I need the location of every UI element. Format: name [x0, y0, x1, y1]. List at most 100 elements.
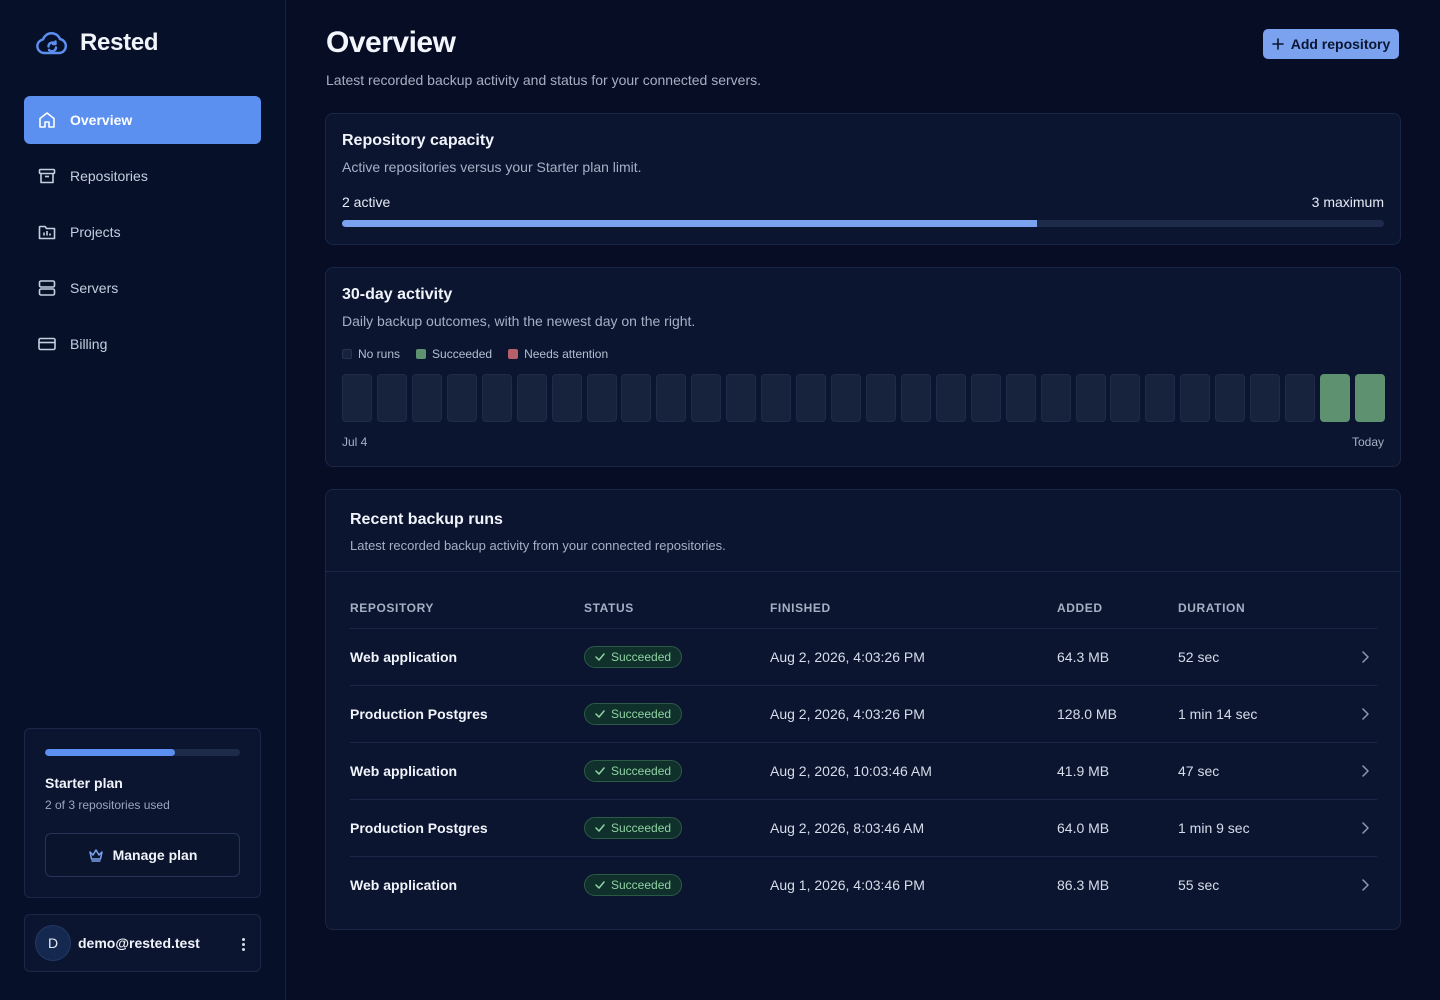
- activity-day-cell[interactable]: [551, 374, 582, 422]
- cell-action: [1348, 856, 1377, 913]
- table-row[interactable]: Web application Succeeded Aug 1, 2026, 4:0…: [350, 856, 1377, 913]
- server-icon: [38, 280, 56, 296]
- activity-day-cell[interactable]: [481, 374, 512, 422]
- activity-day-cell[interactable]: [1040, 374, 1071, 422]
- column-header-added[interactable]: ADDED: [1057, 588, 1178, 629]
- activity-day-cell[interactable]: [1005, 374, 1036, 422]
- activity-day-cell[interactable]: [1145, 374, 1176, 422]
- capacity-description: Active repositories versus your Starter …: [342, 159, 642, 175]
- status-label: Succeeded: [611, 877, 672, 892]
- folder-chart-icon: [38, 225, 56, 240]
- cell-duration: 1 min 14 sec: [1178, 685, 1348, 743]
- activity-day-cell[interactable]: [831, 374, 862, 422]
- table-row[interactable]: Web application Succeeded Aug 2, 2026, 10:…: [350, 742, 1377, 800]
- cell-added: 64.3 MB: [1057, 628, 1178, 686]
- page-subtitle: Latest recorded backup activity and stat…: [326, 72, 762, 88]
- activity-day-cell[interactable]: [586, 374, 617, 422]
- user-card[interactable]: D demo@rested.test: [24, 914, 261, 972]
- status-label: Succeeded: [611, 820, 672, 835]
- status-badge: Succeeded: [584, 816, 683, 839]
- status-label: Succeeded: [611, 763, 672, 778]
- activity-day-cell[interactable]: [446, 374, 477, 422]
- cell-status: Succeeded: [584, 742, 770, 800]
- column-header-finished[interactable]: FINISHED: [770, 588, 1057, 629]
- sidebar-item-label: Repositories: [70, 168, 148, 184]
- legend-label: Succeeded: [432, 347, 493, 361]
- sidebar-item-label: Projects: [70, 224, 121, 240]
- cell-added: 64.0 MB: [1057, 799, 1178, 857]
- activity-day-cell[interactable]: [621, 374, 652, 422]
- column-header-status[interactable]: STATUS: [584, 588, 770, 629]
- activity-day-cell[interactable]: [411, 374, 442, 422]
- manage-plan-button[interactable]: Manage plan: [45, 833, 240, 877]
- cell-repository: Web application: [350, 742, 584, 800]
- chevron-right-icon[interactable]: [1361, 821, 1369, 834]
- sidebar-item-repositories[interactable]: Repositories: [24, 152, 261, 200]
- chevron-right-icon[interactable]: [1361, 764, 1369, 777]
- table-row[interactable]: Production Postgres Succeeded Aug 2, 2026,…: [350, 685, 1377, 743]
- runs-description: Latest recorded backup activity from you…: [350, 538, 726, 553]
- user-email: demo@rested.test: [78, 935, 200, 951]
- check-icon: [595, 709, 605, 718]
- activity-description: Daily backup outcomes, with the newest d…: [342, 313, 696, 329]
- check-icon: [595, 652, 605, 661]
- chevron-right-icon[interactable]: [1361, 650, 1369, 663]
- activity-day-cell[interactable]: [376, 374, 407, 422]
- activity-day-cell[interactable]: [1075, 374, 1106, 422]
- activity-day-cell[interactable]: [761, 374, 792, 422]
- add-repository-button[interactable]: Add repository: [1263, 29, 1399, 59]
- activity-day-cell[interactable]: [1285, 374, 1316, 422]
- logo[interactable]: Rested: [36, 29, 159, 57]
- chevron-right-icon[interactable]: [1361, 879, 1369, 891]
- divider: [326, 571, 1400, 572]
- cell-action: [1348, 799, 1377, 857]
- legend-no-runs: No runs: [342, 347, 400, 361]
- sidebar: Rested Overview Repositories Projects Se…: [0, 0, 286, 1000]
- capacity-bar: [342, 220, 1384, 227]
- activity-day-cell[interactable]: [796, 374, 827, 422]
- table-row[interactable]: Production Postgres Succeeded Aug 2, 2026,…: [350, 799, 1377, 857]
- activity-day-cell[interactable]: [1320, 374, 1351, 422]
- activity-day-cell[interactable]: [1355, 374, 1385, 422]
- activity-day-cell[interactable]: [1180, 374, 1211, 422]
- sidebar-item-overview[interactable]: Overview: [24, 96, 261, 144]
- activity-day-cell[interactable]: [516, 374, 547, 422]
- column-header-duration[interactable]: DURATION: [1178, 588, 1348, 629]
- status-badge: Succeeded: [584, 645, 683, 668]
- cell-repository: Production Postgres: [350, 799, 584, 857]
- column-header-repository[interactable]: REPOSITORY: [350, 588, 584, 629]
- legend-label: No runs: [358, 347, 401, 361]
- legend-label: Needs attention: [524, 347, 609, 361]
- activity-day-cell[interactable]: [726, 374, 757, 422]
- activity-day-cell[interactable]: [1110, 374, 1141, 422]
- capacity-card: Repository capacity Active repositories …: [325, 113, 1401, 245]
- status-badge: Succeeded: [584, 702, 683, 725]
- activity-day-cell[interactable]: [342, 374, 372, 422]
- more-vertical-icon[interactable]: [236, 934, 250, 954]
- cell-action: [1348, 742, 1377, 800]
- activity-day-cell[interactable]: [900, 374, 931, 422]
- sidebar-item-label: Servers: [70, 280, 119, 296]
- cell-repository: Production Postgres: [350, 685, 584, 743]
- activity-day-cell[interactable]: [865, 374, 896, 422]
- sidebar-item-projects[interactable]: Projects: [24, 208, 261, 256]
- credit-card-icon: [38, 337, 56, 351]
- capacity-max-label: 3 maximum: [1311, 194, 1384, 210]
- chevron-right-icon[interactable]: [1361, 707, 1369, 720]
- activity-day-cell[interactable]: [935, 374, 966, 422]
- add-repository-label: Add repository: [1290, 36, 1391, 52]
- plan-usage-fill: [45, 749, 176, 756]
- legend-needs-attention: Needs attention: [508, 347, 608, 361]
- activity-day-cell[interactable]: [1250, 374, 1281, 422]
- status-label: Succeeded: [611, 649, 672, 664]
- sidebar-item-servers[interactable]: Servers: [24, 264, 261, 312]
- activity-day-cell[interactable]: [691, 374, 722, 422]
- activity-legend: No runs Succeeded Needs attention: [342, 347, 608, 361]
- sidebar-item-label: Billing: [70, 336, 108, 352]
- sidebar-item-billing[interactable]: Billing: [24, 320, 261, 368]
- activity-day-cell[interactable]: [1215, 374, 1246, 422]
- activity-day-grid: [342, 374, 1385, 422]
- activity-day-cell[interactable]: [970, 374, 1001, 422]
- activity-day-cell[interactable]: [656, 374, 687, 422]
- table-row[interactable]: Web application Succeeded Aug 2, 2026, 4:0…: [350, 628, 1377, 686]
